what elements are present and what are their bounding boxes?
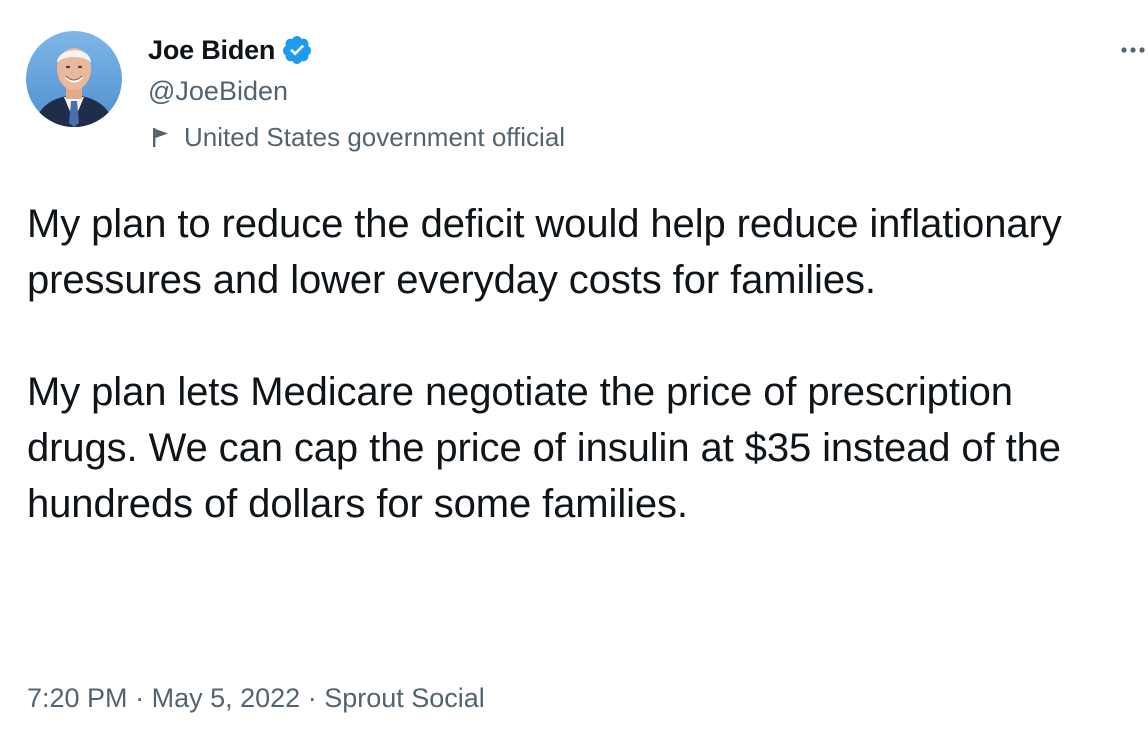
tweet-paragraph: My plan to reduce the deficit would help… [27, 202, 1062, 302]
avatar-portrait-image [26, 31, 122, 127]
meta-separator: · [135, 683, 152, 713]
tweet-source[interactable]: Sprout Social [324, 683, 485, 713]
author-handle[interactable]: @JoeBiden [148, 72, 565, 110]
more-dots-icon [1121, 47, 1145, 53]
tweet-date[interactable]: May 5, 2022 [152, 683, 301, 713]
tweet-header: Joe Biden @JoeBiden United States govern… [148, 30, 565, 156]
tweet-text: My plan to reduce the deficit would help… [27, 196, 1127, 532]
flag-icon [148, 124, 174, 150]
verified-badge-icon [281, 34, 313, 66]
tweet-time[interactable]: 7:20 PM [27, 683, 128, 713]
author-display-name[interactable]: Joe Biden [148, 35, 275, 66]
government-label[interactable]: United States government official [148, 118, 565, 156]
meta-separator: · [307, 683, 325, 713]
tweet-metadata: 7:20 PM · May 5, 2022 · Sprout Social [27, 678, 485, 718]
tweet-paragraph: My plan lets Medicare negotiate the pric… [27, 370, 1061, 526]
author-avatar[interactable] [26, 31, 122, 127]
tweet: Joe Biden @JoeBiden United States govern… [0, 0, 1148, 742]
government-label-text: United States government official [184, 121, 566, 152]
more-options-button[interactable] [1118, 38, 1148, 62]
name-row: Joe Biden [148, 30, 565, 70]
